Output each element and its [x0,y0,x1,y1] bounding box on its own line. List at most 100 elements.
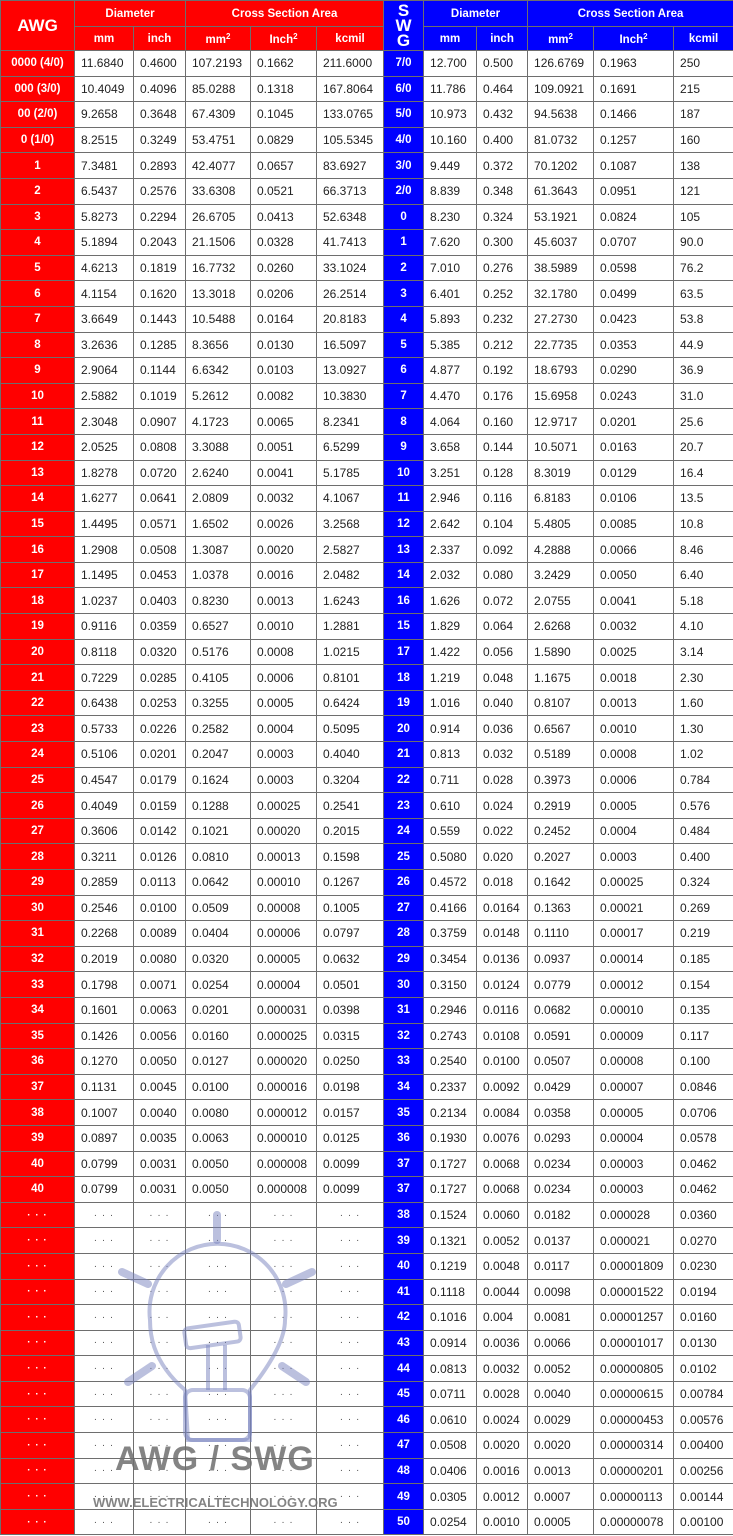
awg-gauge-cell: 14 [0,485,75,512]
awg-mm-cell: · · · [74,1355,134,1382]
awg-gauge-cell: 12 [0,433,75,461]
swg-kcmil-cell: 0.0360 [673,1201,733,1229]
awg-inch2-cell: 0.00013 [250,843,317,870]
awg-mm2-cell: · · · [185,1457,251,1485]
swg-inch2-cell: 0.00001257 [593,1304,675,1331]
awg-mm-cell: · · · [74,1380,134,1408]
swg-mm2-cell: 38.5989 [527,254,595,282]
awg-kcmil-cell: · · · [315,1483,385,1510]
awg-mm2-cell: 0.3255 [185,689,251,717]
table-row: 10 2.5882 0.1019 5.2612 0.0082 10.3830 7 4.470 0… [0,382,733,410]
swg-mm2-cell: 0.0937 [527,945,595,973]
awg-inch-cell: 0.2294 [133,203,186,231]
awg-mm2-cell: 67.4309 [185,101,251,128]
awg-kcmil-cell: 167.8064 [315,75,385,103]
awg-inch-cell: 0.0080 [133,945,186,973]
awg-gauge-cell: · · · [0,1457,75,1485]
table-row: 1 7.3481 0.2893 42.4077 0.0657 83.6927 3/0 9.44… [0,152,733,179]
awg-inch-cell: 0.4600 [133,50,186,77]
swg-inch2-cell: 0.00005 [593,1099,675,1126]
table-row: · · · · · · · · · · · · · · · · · · 39 0.1321 0.… [0,1227,733,1254]
awg-inch2-cell: 0.0032 [250,485,317,512]
awg-mm2-cell: 0.0160 [185,1022,251,1050]
awg-gauge-cell: · · · [0,1483,75,1510]
awg-mm2-cell: 21.1506 [185,229,251,256]
awg-inch2-cell: 0.0164 [250,305,317,333]
awg-kcmil-cell: · · · [315,1457,385,1485]
awg-gauge-cell: 13 [0,459,75,487]
awg-kcmil-cell: · · · [315,1406,385,1434]
awg-inch-cell: 0.0031 [133,1176,186,1203]
swg-kcmil-cell: 215 [673,75,733,103]
swg-inch2-cell: 0.00008 [593,1048,675,1075]
swg-inch-cell: 0.092 [476,536,529,563]
awg-kcmil-cell: · · · [315,1278,385,1306]
swg-kcmil-cell: 0.00784 [673,1380,733,1408]
awg-gauge-cell: · · · [0,1278,75,1306]
swg-inch2-cell: 0.1691 [593,75,675,103]
awg-inch2-cell: 0.00020 [250,817,317,845]
swg-mm-cell: 0.4166 [423,894,478,922]
awg-inch2-cell: · · · [250,1483,317,1510]
awg-mm-cell: 0.3211 [74,843,134,870]
table-row: 12 2.0525 0.0808 3.3088 0.0051 6.5299 9 3.658 0.… [0,433,733,461]
awg-inch2-cell: · · · [250,1406,317,1434]
awg-mm2-cell: 107.2193 [185,50,251,77]
awg-inch2-cell: · · · [250,1355,317,1382]
awg-inch2-cell: · · · [250,1457,317,1485]
awg-mm-cell: 1.2908 [74,536,134,563]
swg-inch-cell: 0.004 [476,1304,529,1331]
swg-kcmil-cell: 0.784 [673,766,733,794]
awg-kcmil-cell: 10.3830 [315,382,385,410]
awg-mm2-cell: 0.0100 [185,1073,251,1101]
swg-mm2-cell: 1.1675 [527,664,595,691]
awg-gauge-cell: 24 [0,741,75,768]
swg-mm2-cell: 18.6793 [527,357,595,384]
swg-gauge-cell: 14 [383,561,425,589]
swg-inch-cell: 0.018 [476,869,529,896]
awg-inch2-cell: 0.000008 [250,1150,317,1178]
swg-inch2-cell: 0.0010 [593,715,675,743]
awg-mm-cell: 0.2268 [74,920,134,947]
awg-mm-cell: 2.0525 [74,433,134,461]
swg-kcmil-cell: 105 [673,203,733,231]
awg-inch-cell: 0.0113 [133,869,186,896]
awg-mm-cell: · · · [74,1227,134,1254]
awg-gauge-cell: 10 [0,382,75,410]
swg-inch2-cell: 0.0006 [593,766,675,794]
swg-inch-cell: 0.0124 [476,971,529,998]
swg-mm-cell: 0.2134 [423,1099,478,1126]
awg-inch-cell: 0.0320 [133,638,186,666]
table-row: · · · · · · · · · · · · · · · · · · 42 0.1016 0.… [0,1304,733,1331]
swg-gauge-cell: 10 [383,459,425,487]
swg-kcmil-cell: 0.0578 [673,1124,733,1152]
awg-kcmil-cell: 0.1005 [315,894,385,922]
awg-gauge-cell: 1 [0,152,75,179]
swg-mm2-cell: 94.5638 [527,101,595,128]
table-row: 30 0.2546 0.0100 0.0509 0.00008 0.1005 27 0.416… [0,894,733,922]
awg-kcmil-cell: · · · [315,1252,385,1280]
awg-gauge-cell: 25 [0,766,75,794]
swg-mm2-cell: 0.0682 [527,996,595,1024]
awg-kcmil-cell: 0.0501 [315,971,385,998]
swg-kcmil-cell: 250 [673,50,733,77]
awg-inch-cell: 0.1144 [133,357,186,384]
swg-inch-cell: 0.020 [476,843,529,870]
awg-swg-table: AWG Diameter Cross Section Area S W G Di… [0,0,733,1536]
swg-mm-cell: 0.2946 [423,996,478,1024]
awg-mm-cell: 5.1894 [74,229,134,256]
table-row: 39 0.0897 0.0035 0.0063 0.000010 0.0125 36 0.19… [0,1124,733,1152]
awg-inch2-cell: 0.0065 [250,408,317,435]
awg-kcmil-cell: 20.8183 [315,305,385,333]
swg-inch-cell: 0.0068 [476,1176,529,1203]
swg-inch2-cell: 0.0243 [593,382,675,410]
swg-mm-cell: 2.642 [423,510,478,538]
awg-inch2-cell: 0.0003 [250,766,317,794]
swg-gauge-cell: 32 [383,1022,425,1050]
awg-kcmil-cell: 0.0315 [315,1022,385,1050]
awg-gauge-cell: 0 (1/0) [0,126,75,154]
awg-kcmil-cell: 0.1598 [315,843,385,870]
awg-kcmil-cell: 0.6424 [315,689,385,717]
awg-kcmil-cell: 8.2341 [315,408,385,435]
awg-kcmil-cell: 52.6348 [315,203,385,231]
